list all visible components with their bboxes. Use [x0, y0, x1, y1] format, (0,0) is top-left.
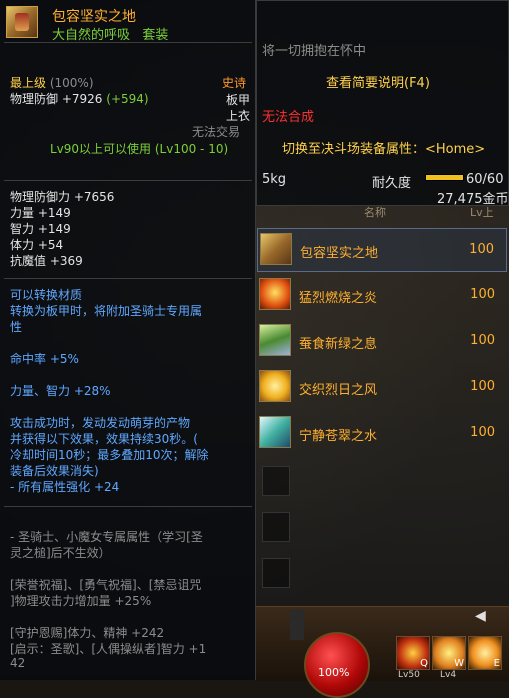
list-item-level: 100: [470, 333, 495, 348]
skill-level-q: Lv50: [398, 670, 420, 680]
weight: 5kg: [262, 172, 287, 187]
skill-slot-q[interactable]: Q: [396, 636, 430, 670]
phys-def: 物理防御 +7926 (+594): [10, 90, 149, 107]
stat-line: 力量 +149: [10, 206, 71, 220]
class-line: 灵之槌]后不生效）: [10, 546, 111, 560]
item-tooltip: 包容坚实之地 大自然的呼吸 套装 最上级 (100%) 史诗 物理防御 +792…: [0, 0, 256, 680]
key-q: Q: [420, 658, 428, 669]
divider: [4, 278, 252, 279]
armor-icon: [259, 370, 291, 402]
list-item-name: 交织烈日之风: [299, 383, 378, 398]
divider: [4, 180, 252, 181]
set-name-text: 大自然的呼吸: [52, 28, 131, 43]
col-lv-header: Lv上: [470, 206, 494, 219]
grade-pct: (100%): [49, 76, 94, 90]
durability-fill: [426, 175, 463, 180]
armor-icon: [259, 416, 291, 448]
stat-line: 智力 +149: [10, 222, 71, 236]
list-item-level: 100: [470, 425, 495, 440]
skill-level-w: Lv4: [440, 670, 457, 680]
list-item[interactable]: 猛烈燃烧之炎 100: [257, 274, 507, 318]
armor-type: 板甲: [226, 93, 251, 107]
hit-rate: 命中率 +5%: [10, 352, 79, 366]
hp-orb: [304, 632, 370, 698]
durability-label: 耐久度: [372, 176, 412, 191]
empty-slot[interactable]: [262, 512, 290, 542]
effect-line: 并获得以下效果，效果持续30秒。(: [10, 432, 198, 446]
trade-status: 无法交易: [192, 125, 241, 139]
stat-line: 物理防御力 +7656: [10, 190, 115, 204]
list-item[interactable]: 包容坚实之地 100: [257, 228, 507, 272]
effect-line: 装备后效果消失): [10, 464, 99, 478]
divider: [4, 506, 252, 507]
arrow-left-icon[interactable]: ◀: [475, 608, 499, 626]
skill-slot-e[interactable]: E: [468, 636, 502, 670]
list-item-level: 100: [470, 287, 495, 302]
skill-line: [荣誉祝福]、[勇气祝福]、[禁忌诅咒: [10, 578, 202, 592]
set-name: 大自然的呼吸 套装: [52, 24, 168, 43]
skill-slot-w[interactable]: W: [432, 636, 466, 670]
convert-line: 性: [10, 320, 23, 334]
grade-text: 最上级: [10, 76, 47, 90]
skill-line: 42: [10, 656, 26, 670]
stat-line: 抗魔值 +369: [10, 254, 83, 268]
class-line: - 圣骑士、小魔女专属属性（学习[圣: [10, 530, 203, 544]
item-name: 包容坚实之地: [52, 9, 136, 25]
list-item[interactable]: 蚕食新绿之息 100: [257, 320, 507, 364]
armor-icon: [260, 233, 292, 265]
skill-line: [守护恩赐]体力、精神 +242: [10, 626, 165, 640]
empty-slot[interactable]: [262, 558, 290, 588]
list-item-name: 猛烈燃烧之炎: [299, 291, 378, 306]
empty-slot[interactable]: [262, 466, 290, 496]
list-item-level: 100: [470, 379, 495, 394]
item-description: 将一切拥抱在怀中: [262, 44, 367, 59]
no-craft-label: 无法合成: [262, 110, 315, 125]
str-int-bonus: 力量、智力 +28%: [10, 384, 111, 398]
phys-def-bonus: (+594): [106, 92, 149, 106]
col-name-header: 名称: [364, 206, 386, 219]
effect-line: - 所有属性强化 +24: [10, 480, 120, 494]
armor-icon: [6, 6, 38, 38]
list-item-name: 宁静苍翠之水: [299, 429, 378, 444]
key-w: W: [454, 658, 464, 669]
item-grade: 最上级 (100%): [10, 74, 94, 91]
convert-line: 转换为板甲时，将附加圣骑士专用属: [10, 304, 203, 318]
armor-icon: [259, 278, 291, 310]
phys-def-label: 物理防御: [10, 92, 59, 106]
level-req: Lv90以上可以使用 (Lv100 - 10): [50, 142, 229, 156]
list-item[interactable]: 宁静苍翠之水 100: [257, 412, 507, 456]
list-item-name: 蚕食新绿之息: [299, 337, 378, 352]
slot: 上衣: [226, 109, 251, 123]
skill-line: [启示：圣歌]、[人偶操纵者]智力 +1: [10, 642, 207, 656]
phys-def-val: +7926: [61, 92, 103, 106]
durability-value: 60/60: [466, 172, 504, 187]
tooltip-header: 包容坚实之地 大自然的呼吸 套装: [0, 0, 256, 43]
divider: [4, 42, 252, 43]
effect-line: 攻击成功时，发动发动萌芽的产物: [10, 416, 191, 430]
set-tag: 套装: [142, 28, 169, 43]
switch-pvp-stats[interactable]: 切换至决斗场装备属性：<Home>: [282, 138, 485, 157]
armor-icon: [259, 324, 291, 356]
view-summary-button[interactable]: 查看简要说明(F4): [326, 72, 430, 91]
convert-line: 可以转换材质: [10, 288, 83, 302]
key-e: E: [493, 658, 500, 669]
hp-percent: 100%: [318, 666, 350, 679]
list-item-name: 包容坚实之地: [300, 246, 379, 261]
list-item-level: 100: [469, 242, 494, 257]
scroll-handle[interactable]: [290, 610, 304, 640]
rarity: 史诗: [222, 76, 247, 90]
skill-line: ]物理攻击力增加量 +25%: [10, 594, 152, 608]
stat-line: 体力 +54: [10, 238, 64, 252]
list-item[interactable]: 交织烈日之风 100: [257, 366, 507, 410]
durability-bar: [425, 174, 464, 181]
effect-line: 冷却时间10秒；最多叠加10次；解除: [10, 448, 209, 462]
